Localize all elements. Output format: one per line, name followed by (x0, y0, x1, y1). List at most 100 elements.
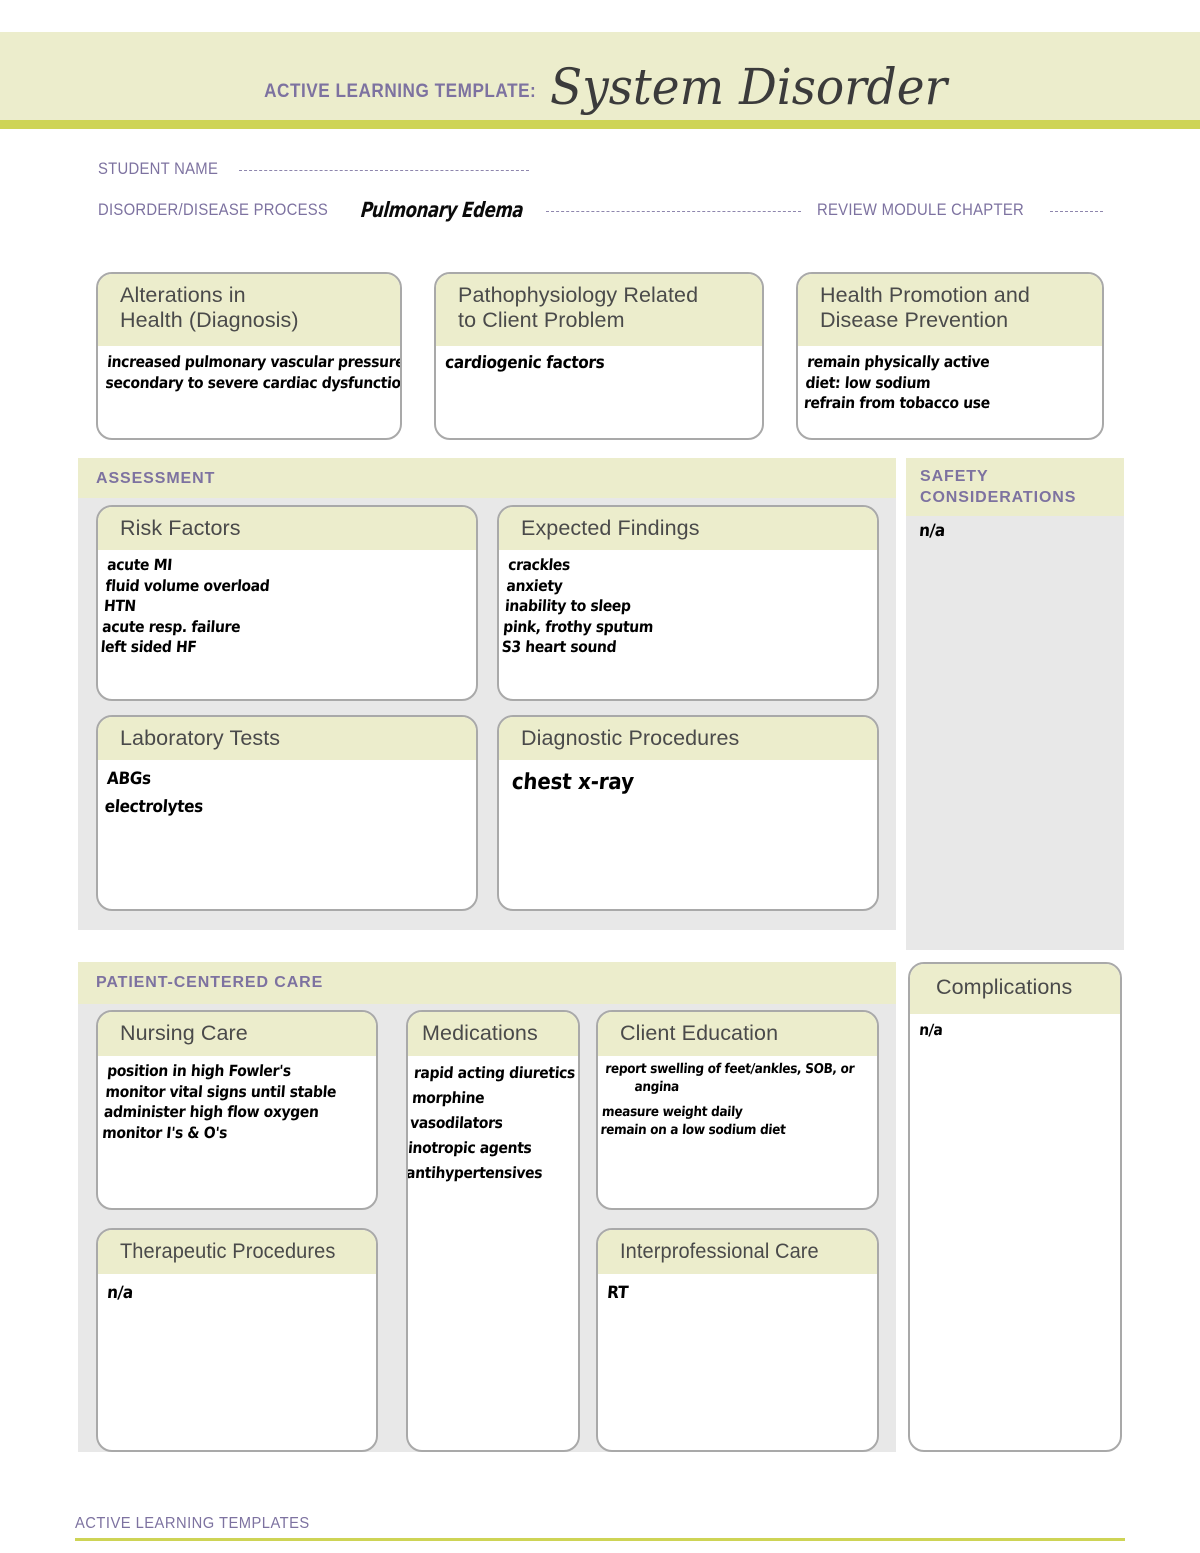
card-expected-findings: Expected Findings crackles anxiety inabi… (497, 505, 879, 701)
card-body[interactable]: position in high Fowler's monitor vital … (98, 1056, 376, 1149)
patient-care-panel-title: PATIENT-CENTERED CARE (96, 974, 324, 991)
card-header: Medications (408, 1012, 578, 1056)
card-nursing-care: Nursing Care position in high Fowler's m… (96, 1010, 378, 1210)
template-eyebrow-label: ACTIVE LEARNING TEMPLATE: (264, 80, 537, 102)
safety-body[interactable]: n/a (918, 520, 949, 543)
card-title: Nursing Care (120, 1021, 248, 1045)
handwritten-answer: increased pulmonary vascular pressure se… (104, 352, 402, 393)
answer-line: morphine (411, 1089, 485, 1108)
card-title: Therapeutic Procedures (120, 1239, 336, 1263)
answer-line: crackles (507, 556, 571, 574)
card-header: Pathophysiology Related to Client Proble… (436, 274, 762, 346)
card-header: Laboratory Tests (98, 717, 476, 760)
answer-line: diet: low sodium (804, 373, 932, 392)
card-body[interactable]: increased pulmonary vascular pressure se… (98, 346, 400, 399)
card-body[interactable]: chest x-ray (499, 760, 877, 803)
answer-line: pink, frothy sputum (502, 617, 654, 636)
card-header: Alterations in Health (Diagnosis) (98, 274, 400, 346)
handwritten-answer: cardiogenic factors (444, 352, 721, 375)
handwritten-answer: RT (606, 1282, 841, 1305)
header: ACTIVE LEARNING TEMPLATE: System Disorde… (0, 32, 1200, 120)
card-header: Complications (910, 964, 1120, 1014)
card-body[interactable]: remain physically active diet: low sodiu… (798, 346, 1102, 420)
card-client-education: Client Education report swelling of feet… (596, 1010, 879, 1210)
card-health-promotion: Health Promotion and Disease Prevention … (796, 272, 1104, 440)
card-complications: Complications n/a (908, 962, 1122, 1452)
card-header: Nursing Care (98, 1012, 376, 1056)
answer-line: remain on a low sodium diet (599, 1121, 787, 1138)
answer-line: n/a (918, 521, 946, 541)
disorder-process-input[interactable] (545, 211, 802, 212)
card-title-line2: to Client Problem (458, 307, 625, 332)
card-pathophysiology: Pathophysiology Related to Client Proble… (434, 272, 764, 440)
handwritten-answer: n/a (106, 1282, 340, 1305)
answer-line: n/a (918, 1021, 944, 1039)
card-title: Diagnostic Procedures (521, 726, 740, 750)
handwritten-answer: remain physically active diet: low sodiu… (803, 352, 1063, 414)
student-name-input[interactable] (239, 170, 530, 171)
disorder-process-label: DISORDER/DISEASE PROCESS (98, 201, 329, 219)
patient-care-panel-header: PATIENT-CENTERED CARE (78, 962, 896, 1004)
card-body[interactable]: acute MI fluid volume overload HTN acute… (98, 550, 476, 664)
card-title: Medications (422, 1021, 538, 1045)
card-alterations-in-health: Alterations in Health (Diagnosis) increa… (96, 272, 402, 440)
card-title-line2: Disease Prevention (820, 307, 1009, 332)
safety-considerations-panel: SAFETY CONSIDERATIONS n/a (906, 458, 1124, 950)
card-body[interactable]: rapid acting diuretics morphine vasodila… (408, 1056, 578, 1193)
card-body[interactable]: report swelling of feet/ankles, SOB, or … (598, 1056, 877, 1146)
card-title: Risk Factors (120, 516, 241, 540)
card-body[interactable]: crackles anxiety inability to sleep pink… (499, 550, 877, 664)
student-name-row: STUDENT NAME (98, 160, 1103, 179)
disorder-row: DISORDER/DISEASE PROCESS Pulmonary Edema… (98, 196, 1103, 222)
card-body[interactable]: n/a (98, 1274, 376, 1311)
card-body[interactable]: ABGs electrolytes (98, 760, 476, 827)
form-fields: STUDENT NAME DISORDER/DISEASE PROCESS Pu… (98, 160, 1103, 222)
review-chapter-input[interactable] (1049, 211, 1103, 212)
card-body[interactable]: RT (598, 1274, 877, 1311)
answer-line: inotropic agents (407, 1139, 533, 1158)
card-laboratory-tests: Laboratory Tests ABGs electrolytes (96, 715, 478, 911)
answer-line: RT (606, 1283, 629, 1303)
card-title: Client Education (620, 1021, 779, 1045)
answer-line: acute resp. failure (101, 617, 241, 636)
answer-line: cardiogenic factors (444, 353, 606, 373)
safety-panel-header: SAFETY CONSIDERATIONS (906, 458, 1124, 516)
handwritten-answer: n/a (918, 520, 946, 543)
handwritten-answer: crackles anxiety inability to sleep pink… (501, 555, 831, 658)
answer-line: remain physically active (806, 353, 991, 371)
answer-line: anxiety (505, 576, 564, 595)
card-header: Diagnostic Procedures (499, 717, 877, 760)
answer-line: fluid volume overload (104, 576, 271, 595)
card-interprofessional-care: Interprofessional Care RT (596, 1228, 879, 1452)
answer-line: secondary to severe cardiac dysfunction (104, 373, 402, 392)
answer-line: ABGs (106, 769, 152, 789)
safety-title-line1: SAFETY (920, 468, 989, 485)
handwritten-answer: ABGs electrolytes (104, 766, 431, 821)
card-title: Expected Findings (521, 516, 700, 540)
answer-line: inability to sleep (504, 597, 632, 616)
answer-line: monitor vital signs until stable (104, 1082, 337, 1101)
header-accent-stripe (0, 120, 1200, 129)
student-name-label: STUDENT NAME (98, 160, 219, 178)
card-header: Client Education (598, 1012, 877, 1056)
card-title: Interprofessional Care (620, 1239, 819, 1263)
answer-line: refrain from tobacco use (803, 394, 991, 413)
answer-line: administer high flow oxygen (103, 1103, 320, 1122)
footer-accent-rule (75, 1538, 1125, 1541)
card-header: Interprofessional Care (598, 1230, 877, 1274)
handwritten-answer: chest x-ray (511, 768, 832, 797)
answer-line: monitor I's & O's (101, 1123, 228, 1142)
handwritten-answer: position in high Fowler's monitor vital … (102, 1061, 341, 1143)
handwritten-answer: report swelling of feet/ankles, SOB, or … (599, 1061, 855, 1140)
handwritten-answer: rapid acting diuretics morphine vasodila… (407, 1061, 576, 1187)
card-body[interactable]: n/a (910, 1014, 1120, 1047)
card-title-line1: Pathophysiology Related (458, 283, 699, 307)
card-header: Risk Factors (98, 507, 476, 550)
answer-line: n/a (106, 1283, 134, 1303)
card-header: Expected Findings (499, 507, 877, 550)
card-body[interactable]: cardiogenic factors (436, 346, 762, 381)
disorder-process-value[interactable]: Pulmonary Edema (360, 198, 524, 222)
page-title: System Disorder (550, 58, 948, 116)
answer-line: left sided HF (100, 638, 198, 657)
card-diagnostic-procedures: Diagnostic Procedures chest x-ray (497, 715, 879, 911)
